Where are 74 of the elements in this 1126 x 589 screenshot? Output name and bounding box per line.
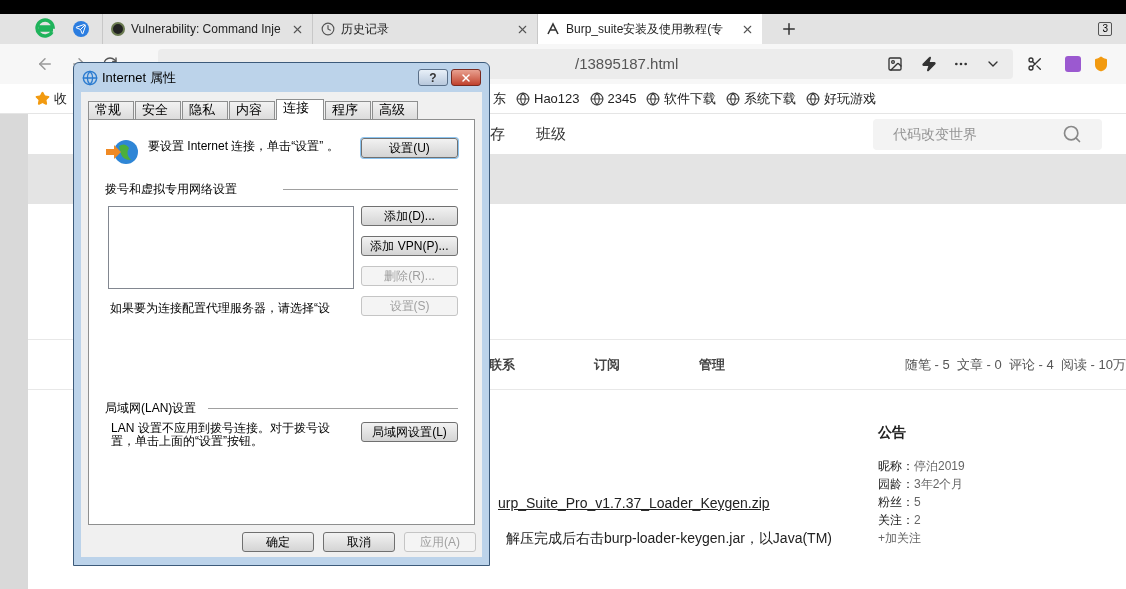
clock-icon: [321, 22, 335, 36]
notice-label: 昵称：: [878, 458, 914, 475]
bookmark-item[interactable]: 东: [493, 88, 506, 109]
browser-logo-icon: [34, 18, 56, 40]
dialog-button[interactable]: 确定: [242, 532, 314, 552]
notice-value: 5: [914, 494, 921, 511]
back-icon[interactable]: [36, 55, 54, 73]
search-input[interactable]: 代码改变世界: [893, 123, 1062, 145]
intro-text: 要设置 Internet 连接，单击“设置” 。: [148, 139, 340, 154]
dialog-button[interactable]: 设置(U): [361, 138, 458, 158]
star-icon[interactable]: [35, 91, 50, 106]
address-text: /13895187.html: [575, 53, 679, 74]
blog-nav-link[interactable]: 联系: [489, 354, 594, 375]
dialog-tab[interactable]: 安全: [135, 101, 181, 119]
proxy-text: 如果要为连接配置代理服务器，请选择“设: [110, 300, 331, 317]
dialog-button[interactable]: 局域网设置(L): [361, 422, 458, 442]
globe-icon: [646, 91, 661, 106]
search-field[interactable]: 代码改变世界: [873, 118, 1102, 150]
notice-value: 3年2个月: [914, 476, 964, 493]
article-paragraph: 解压完成后右击burp-loader-keygen.jar，以Java(TM): [506, 529, 833, 548]
notice-label: 粉丝：: [878, 494, 914, 511]
connection-list[interactable]: [108, 206, 354, 289]
help-button[interactable]: ?: [418, 69, 448, 86]
blog-nav-link[interactable]: 订阅: [594, 354, 699, 375]
section-label: 局域网(LAN)设置: [105, 400, 197, 417]
dialog-tab[interactable]: 高级: [372, 101, 418, 119]
notice-label: 关注：: [878, 512, 914, 529]
dialog-tab[interactable]: 连接: [276, 99, 324, 120]
bookmark-item[interactable]: 2345: [607, 88, 637, 109]
dialog-tab[interactable]: 内容: [229, 101, 275, 119]
dialog-button[interactable]: 添加(D)...: [361, 206, 458, 226]
notice-value: 停泊2019: [914, 458, 965, 475]
download-link[interactable]: urp_Suite_Pro_v1.7.37_Loader_Keygen.zip: [498, 493, 770, 514]
bookmark-item[interactable]: Hao123: [534, 88, 580, 109]
browser-tab[interactable]: Burp_suite安装及使用教程(专: [537, 14, 762, 44]
globe-icon: [806, 91, 821, 106]
notice-label: 园龄：: [878, 476, 914, 493]
dialog-tab[interactable]: 程序: [325, 101, 371, 119]
new-tab-icon[interactable]: [780, 20, 798, 38]
site-nav-link[interactable]: 班级: [536, 122, 566, 146]
section-label: 拨号和虚拟专用网络设置: [105, 181, 237, 198]
close-icon: [460, 71, 472, 84]
globe-icon: [726, 91, 741, 106]
lan-text: LAN 设置不应用到拨号连接。对于拨号设置，单击上面的“设置”按钮。: [111, 422, 331, 448]
notice-value: 2: [914, 512, 921, 529]
bookmark-folder[interactable]: 收: [54, 88, 67, 109]
globe-icon: [589, 91, 604, 106]
globe-arrow-icon: [105, 138, 139, 166]
bookmark-item[interactable]: 软件下载: [664, 88, 717, 109]
tab-title: Burp_suite安装及使用教程(专: [566, 21, 725, 38]
close-button[interactable]: [451, 69, 481, 86]
search-icon[interactable]: [1062, 124, 1082, 144]
tab-count[interactable]: 3: [1098, 22, 1112, 36]
dialog-button[interactable]: 取消: [323, 532, 395, 552]
follow-link[interactable]: +加关注: [878, 531, 921, 545]
tab-favicon-icon: [111, 22, 125, 36]
globe-icon: [82, 69, 98, 86]
dialog-tab[interactable]: 隐私: [182, 101, 228, 119]
send-icon[interactable]: [73, 21, 89, 37]
bookmark-item[interactable]: 好玩游戏: [824, 88, 877, 109]
tab-title: Vulnerability: Command Inje: [131, 21, 282, 38]
lightning-icon[interactable]: [921, 56, 937, 72]
bookmark-item[interactable]: 系统下载: [744, 88, 797, 109]
tab-title: 历史记录: [341, 21, 390, 38]
scissors-icon[interactable]: [1027, 56, 1043, 72]
tab-favicon-icon: [546, 22, 560, 36]
site-nav-link[interactable]: 存: [490, 122, 505, 146]
blog-nav-link[interactable]: 管理: [699, 354, 804, 375]
blog-stats: 随笔 - 5 文章 - 0 评论 - 4 阅读 - 10万: [904, 355, 1126, 374]
globe-icon: [516, 91, 530, 106]
dialog-button[interactable]: 添加 VPN(P)...: [361, 236, 458, 256]
dialog-tab[interactable]: 常规: [88, 101, 134, 119]
notice-heading: 公告: [878, 423, 907, 442]
image-icon[interactable]: [887, 56, 903, 72]
